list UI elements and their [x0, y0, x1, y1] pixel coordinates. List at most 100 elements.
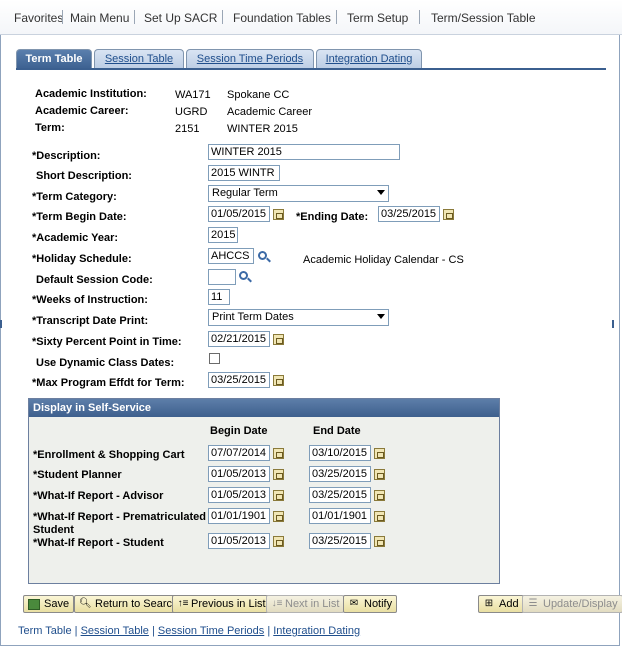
short-description-input[interactable]: 2015 WINTR	[208, 165, 280, 181]
calendar-icon[interactable]	[273, 469, 284, 480]
whatif-prematric-end-input[interactable]: 01/01/1901	[309, 508, 371, 524]
lookup-icon[interactable]	[258, 251, 267, 260]
calendar-icon[interactable]	[273, 209, 284, 220]
breadcrumb-main-menu[interactable]: Main Menu	[70, 11, 129, 25]
whatif-student-end-input[interactable]: 03/25/2015	[309, 533, 371, 549]
enrollment-cart-label: *Enrollment & Shopping Cart	[33, 449, 185, 461]
term-category-label: *Term Category:	[32, 191, 117, 203]
end-date-header: End Date	[313, 425, 361, 437]
tab-term-table[interactable]: Term Table	[16, 49, 92, 70]
term-begin-input[interactable]: 01/05/2015	[208, 206, 270, 222]
next-in-list-button[interactable]: ↓≡ Next in List	[266, 595, 345, 613]
calendar-icon[interactable]	[273, 448, 284, 459]
notify-label: Notify	[364, 598, 393, 610]
previous-in-list-button[interactable]: ↑≡ Previous in List	[172, 595, 271, 613]
arrow-down-icon: ↓≡	[271, 598, 283, 609]
whatif-advisor-label: *What-If Report - Advisor	[33, 490, 164, 502]
whatif-advisor-begin-input[interactable]: 01/05/2013	[208, 487, 270, 503]
institution-code: WA171	[175, 89, 211, 101]
calendar-icon[interactable]	[273, 536, 284, 547]
whatif-student-begin-input[interactable]: 01/05/2013	[208, 533, 270, 549]
max-program-input[interactable]: 03/25/2015	[208, 372, 270, 388]
breadcrumb-separator	[134, 10, 135, 24]
calendar-icon[interactable]	[374, 448, 385, 459]
whatif-prematric-begin-input[interactable]: 01/01/1901	[208, 508, 270, 524]
description-input[interactable]: WINTER 2015	[208, 144, 400, 160]
update-display-button[interactable]: ☰ Update/Display	[522, 595, 622, 613]
calendar-icon[interactable]	[374, 536, 385, 547]
whatif-prematric-label: *What-If Report - Prematriculated	[33, 511, 206, 523]
tab-underline	[16, 68, 606, 70]
breadcrumb-separator	[419, 10, 420, 24]
term-name: WINTER 2015	[227, 123, 298, 135]
save-button[interactable]: Save	[23, 595, 75, 613]
tab-session-table[interactable]: Session Table	[94, 49, 184, 69]
term-begin-label: *Term Begin Date:	[32, 211, 127, 223]
default-session-label: Default Session Code:	[36, 274, 153, 286]
tab-integration-dating[interactable]: Integration Dating	[316, 49, 422, 69]
weeks-label: *Weeks of Instruction:	[32, 294, 148, 306]
student-planner-label: *Student Planner	[33, 469, 122, 481]
breadcrumb-setup-sacr[interactable]: Set Up SACR	[144, 11, 217, 25]
lookup-icon[interactable]	[239, 271, 248, 280]
term-code: 2151	[175, 123, 200, 135]
breadcrumb-term-setup[interactable]: Term Setup	[347, 11, 408, 25]
bottom-link-separator: |	[267, 625, 271, 637]
ending-date-input[interactable]: 03/25/2015	[378, 206, 440, 222]
next-in-list-label: Next in List	[285, 598, 340, 610]
bottom-link-separator: |	[151, 625, 155, 637]
academic-year-input[interactable]: 2015	[208, 227, 238, 243]
calendar-icon[interactable]	[374, 511, 385, 522]
return-to-search-button[interactable]: 🔍︎ Return to Search	[74, 595, 184, 613]
calendar-icon[interactable]	[374, 490, 385, 501]
save-button-label: Save	[44, 598, 70, 610]
update-display-label: Update/Display	[543, 598, 618, 610]
institution-label: Academic Institution:	[35, 88, 147, 100]
calendar-icon[interactable]	[273, 490, 284, 501]
self-service-title: Display in Self-Service	[29, 399, 499, 417]
bottom-link-session-table[interactable]: Session Table	[81, 625, 149, 637]
add-button[interactable]: ⊞ Add	[478, 595, 524, 613]
student-planner-end-input[interactable]: 03/25/2015	[309, 466, 371, 482]
student-planner-begin-input[interactable]: 01/05/2013	[208, 466, 270, 482]
bottom-link-session-time-periods[interactable]: Session Time Periods	[158, 625, 264, 637]
sixty-percent-input[interactable]: 02/21/2015	[208, 331, 270, 347]
dynamic-dates-checkbox[interactable]	[209, 353, 220, 364]
breadcrumb-favorites[interactable]: Favorites	[14, 11, 63, 25]
tab-session-time-periods[interactable]: Session Time Periods	[186, 49, 314, 69]
notify-button[interactable]: ✉ Notify	[343, 595, 398, 613]
breadcrumb-separator	[62, 10, 63, 24]
bottom-link-term-table[interactable]: Term Table	[18, 625, 72, 637]
begin-date-header: Begin Date	[210, 425, 268, 437]
bottom-link-integration-dating[interactable]: Integration Dating	[273, 625, 360, 637]
transcript-value: Print Term Dates	[212, 311, 294, 323]
short-description-label: Short Description:	[36, 170, 132, 182]
dynamic-dates-label: Use Dynamic Class Dates:	[36, 357, 175, 369]
calendar-icon[interactable]	[374, 469, 385, 480]
calendar-icon[interactable]	[273, 375, 284, 386]
update-display-icon: ☰	[528, 598, 538, 609]
calendar-icon[interactable]	[273, 334, 284, 345]
whatif-prematric-label-line2: Student	[33, 524, 74, 536]
holiday-schedule-input[interactable]: AHCCS	[208, 248, 254, 264]
breadcrumb-separator	[336, 10, 337, 24]
default-session-input[interactable]	[208, 269, 236, 285]
calendar-icon[interactable]	[273, 511, 284, 522]
holiday-schedule-description: Academic Holiday Calendar - CS	[303, 254, 464, 266]
breadcrumb-foundation-tables[interactable]: Foundation Tables	[233, 11, 331, 25]
transcript-label: *Transcript Date Print:	[32, 315, 149, 327]
weeks-input[interactable]: 11	[208, 289, 230, 305]
transcript-select[interactable]: Print Term Dates	[208, 309, 389, 326]
add-label: Add	[499, 598, 519, 610]
whatif-advisor-end-input[interactable]: 03/25/2015	[309, 487, 371, 503]
return-to-search-label: Return to Search	[95, 598, 179, 610]
ending-date-label: *Ending Date:	[296, 211, 369, 223]
enrollment-cart-begin-input[interactable]: 07/07/2014	[208, 445, 270, 461]
save-icon	[28, 599, 40, 610]
term-category-select[interactable]: Regular Term	[208, 185, 389, 202]
notify-icon: ✉	[349, 598, 359, 609]
calendar-icon[interactable]	[443, 209, 454, 220]
chevron-down-icon	[377, 314, 385, 319]
breadcrumb: Favorites Main Menu Set Up SACR Foundati…	[0, 0, 622, 35]
enrollment-cart-end-input[interactable]: 03/10/2015	[309, 445, 371, 461]
